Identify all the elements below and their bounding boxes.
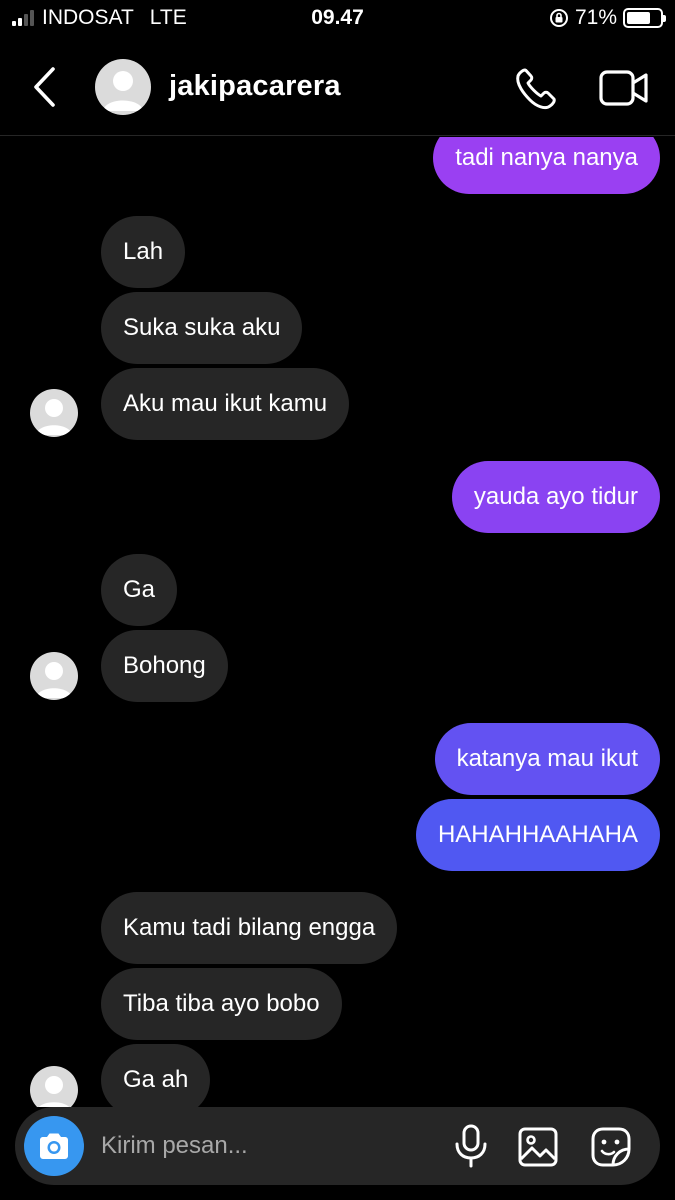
sticker-icon xyxy=(591,1127,631,1167)
battery-icon xyxy=(623,8,666,28)
message-bubble-incoming[interactable]: Bohong xyxy=(101,630,228,702)
default-avatar-icon xyxy=(36,662,72,698)
default-avatar-icon xyxy=(39,1076,69,1107)
message-bubble-outgoing[interactable]: HAHAHHAAHAHA xyxy=(415,799,660,871)
camera-button[interactable] xyxy=(24,1116,84,1176)
battery-percent: 71% xyxy=(574,6,617,29)
message-bubble-outgoing[interactable]: tadi nanya nanya xyxy=(433,137,660,194)
status-right: 71% xyxy=(549,6,666,30)
chat-username[interactable]: jakipacarera xyxy=(169,70,341,103)
message-bubble-incoming[interactable]: Tiba tiba ayo bobo xyxy=(101,968,342,1040)
default-avatar-icon xyxy=(36,399,72,435)
status-bar: INDOSAT LTE 09.47 71% xyxy=(0,0,675,40)
video-call-button[interactable] xyxy=(598,66,650,110)
back-button[interactable] xyxy=(26,64,62,110)
sticker-button[interactable] xyxy=(589,1125,633,1169)
message-input[interactable] xyxy=(101,1121,441,1171)
camera-icon xyxy=(40,1133,68,1159)
voice-message-button[interactable] xyxy=(451,1124,491,1168)
image-icon xyxy=(518,1127,558,1167)
chat-header: jakipacarera xyxy=(0,40,675,136)
orientation-lock-icon xyxy=(549,9,568,27)
message-bubble-incoming[interactable]: Ga ah xyxy=(101,1044,211,1107)
audio-call-button[interactable] xyxy=(512,64,560,112)
video-camera-icon xyxy=(599,70,648,106)
message-bubble-incoming[interactable]: Lah xyxy=(101,216,186,288)
chevron-left-icon xyxy=(34,67,55,107)
message-composer xyxy=(15,1107,660,1185)
header-avatar[interactable] xyxy=(95,59,151,115)
chat-screen: INDOSAT LTE 09.47 71% jakipacarera tadi … xyxy=(0,0,675,1200)
message-bubble-incoming[interactable]: Ga xyxy=(101,554,178,626)
sender-avatar[interactable] xyxy=(30,389,78,437)
phone-icon xyxy=(516,68,556,110)
battery-fill xyxy=(627,12,650,24)
message-bubble-incoming[interactable]: Suka suka aku xyxy=(101,292,303,364)
message-bubble-outgoing[interactable]: yauda ayo tidur xyxy=(451,461,660,533)
microphone-icon xyxy=(455,1124,487,1168)
sender-avatar[interactable] xyxy=(30,652,78,700)
message-list[interactable]: tadi nanya nanya Lah Suka suka aku Aku m… xyxy=(0,137,675,1107)
gallery-button[interactable] xyxy=(517,1126,559,1168)
sender-avatar[interactable] xyxy=(30,1066,78,1107)
default-avatar-icon xyxy=(103,71,143,111)
message-bubble-incoming[interactable]: Kamu tadi bilang engga xyxy=(101,892,398,964)
message-bubble-incoming[interactable]: Aku mau ikut kamu xyxy=(101,368,350,440)
message-bubble-outgoing[interactable]: katanya mau ikut xyxy=(434,723,660,795)
